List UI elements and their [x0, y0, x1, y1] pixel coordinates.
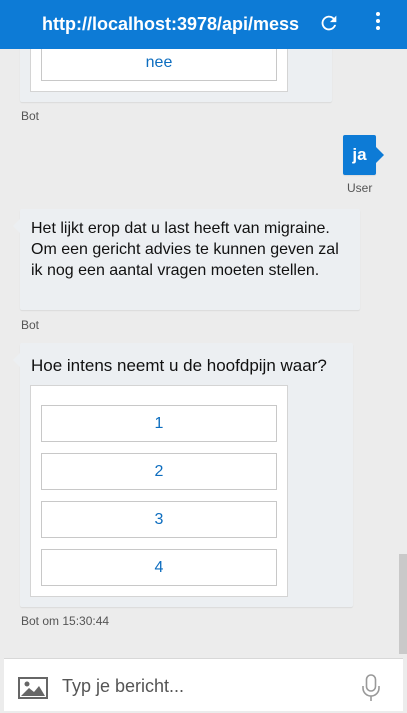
user-message-bubble: ja [343, 135, 384, 175]
image-upload-icon[interactable] [18, 677, 48, 699]
bot-sender-label: Bot [21, 318, 40, 332]
microphone-icon[interactable] [360, 674, 382, 702]
chat-history[interactable]: nee Bot ja User Het lijkt erop dat u las… [0, 49, 407, 654]
composer [0, 654, 407, 713]
previous-card: nee [30, 49, 288, 92]
input-bar [4, 658, 403, 711]
choice-button-2[interactable]: 2 [41, 453, 277, 490]
choice-button-4[interactable]: 4 [41, 549, 277, 586]
scrollbar[interactable] [399, 554, 407, 654]
bot-message-bubble: Het lijkt erop dat u last heeft van migr… [13, 209, 360, 310]
choice-button-nee[interactable]: nee [41, 49, 277, 81]
user-message-text: ja [352, 145, 367, 164]
url-title: http://localhost:3978/api/mess [42, 14, 300, 34]
message-input[interactable] [62, 672, 342, 700]
choice-button-1[interactable]: 1 [41, 405, 277, 442]
previous-card-sender: Bot [21, 109, 40, 123]
question-timestamp: Bot om 15:30:44 [21, 614, 110, 628]
question-card-bubble: Hoe intens neemt u de hoofdpijn waar? 1 … [13, 343, 353, 607]
bot-message-text: Het lijkt erop dat u last heeft van migr… [31, 220, 339, 279]
question-text: Hoe intens neemt u de hoofdpijn waar? [31, 356, 327, 375]
more-menu-icon[interactable] [372, 12, 384, 36]
top-bar: http://localhost:3978/api/mess [0, 0, 407, 49]
user-sender-label: User [347, 181, 373, 195]
previous-card-bubble: nee [20, 49, 332, 102]
refresh-icon[interactable] [318, 12, 340, 34]
choice-button-3[interactable]: 3 [41, 501, 277, 538]
choice-card: 1 2 3 4 [30, 385, 288, 597]
